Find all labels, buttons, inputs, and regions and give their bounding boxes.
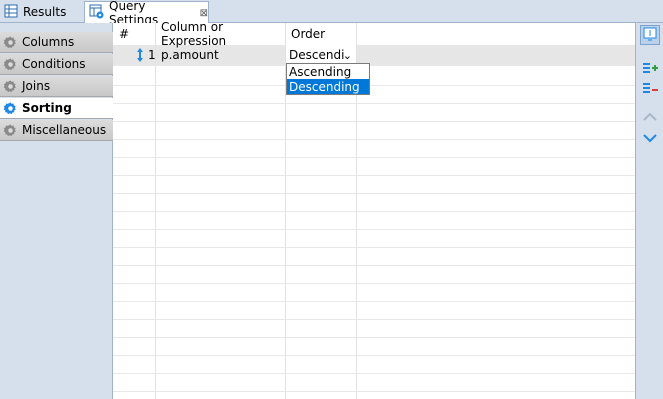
- right-toolbar: [635, 23, 663, 399]
- order-select-value: Descendi: [289, 48, 345, 62]
- row-divider: [113, 337, 635, 338]
- row-divider: [113, 211, 635, 212]
- panel-toggle-icon: [643, 27, 657, 44]
- row-divider: [113, 319, 635, 320]
- sidebar-item-miscellaneous[interactable]: Miscellaneous: [0, 120, 113, 141]
- tab-results[interactable]: Results: [0, 1, 80, 23]
- chevron-down-icon[interactable]: ⌄: [343, 49, 352, 62]
- row-divider: [113, 391, 635, 392]
- row-index: 1: [148, 48, 156, 62]
- option-descending[interactable]: Descending: [287, 79, 369, 94]
- add-sort-button[interactable]: [640, 59, 660, 79]
- column-header-index[interactable]: #: [113, 23, 155, 45]
- gear-icon: [3, 57, 18, 72]
- option-ascending[interactable]: Ascending: [287, 64, 369, 79]
- sidebar-item-label: Miscellaneous: [22, 123, 107, 137]
- gear-icon: [3, 123, 18, 138]
- move-up-button[interactable]: [640, 108, 660, 128]
- row-divider: [113, 139, 635, 140]
- sidebar-item-label: Joins: [22, 79, 51, 93]
- move-down-button[interactable]: [640, 129, 660, 149]
- gear-icon: [3, 35, 18, 50]
- row-divider: [113, 85, 635, 86]
- gear-icon: [3, 79, 18, 94]
- row-divider: [113, 121, 635, 122]
- move-up-icon: [643, 111, 657, 125]
- column-header-order[interactable]: Order: [285, 23, 356, 45]
- panel-toggle-button[interactable]: [640, 25, 660, 45]
- sorting-grid: # Column or Expression Order 1 p.amount …: [113, 20, 635, 399]
- tab-bar: Results Query Settings ⊠: [0, 0, 663, 27]
- sidebar-item-columns[interactable]: Columns: [0, 32, 113, 53]
- close-icon[interactable]: ⊠: [200, 8, 208, 19]
- row-divider: [113, 283, 635, 284]
- row-divider: [113, 65, 635, 66]
- row-divider: [113, 103, 635, 104]
- query-settings-icon: [89, 4, 104, 22]
- table-icon: [4, 4, 18, 21]
- move-down-icon: [643, 132, 657, 146]
- row-divider: [113, 373, 635, 374]
- row-expression[interactable]: p.amount: [161, 45, 281, 65]
- sidebar-item-label: Sorting: [22, 101, 72, 115]
- row-divider: [113, 175, 635, 176]
- row-divider: [113, 355, 635, 356]
- row-divider: [113, 247, 635, 248]
- remove-sort-icon: [642, 81, 658, 98]
- sidebar-item-sorting[interactable]: Sorting: [0, 98, 113, 119]
- row-divider: [113, 301, 635, 302]
- sidebar: Columns Conditions Joins Sorting Miscell…: [0, 23, 113, 399]
- column-header-expression[interactable]: Column or Expression: [155, 20, 285, 48]
- row-drag-handle-icon[interactable]: [135, 45, 149, 65]
- order-dropdown-list: Ascending Descending: [286, 63, 370, 95]
- row-divider: [113, 229, 635, 230]
- add-sort-icon: [642, 61, 658, 78]
- tab-results-label: Results: [23, 5, 67, 19]
- sidebar-item-label: Conditions: [22, 57, 86, 71]
- row-divider: [113, 193, 635, 194]
- sidebar-item-joins[interactable]: Joins: [0, 76, 113, 97]
- row-divider: [113, 157, 635, 158]
- sidebar-item-label: Columns: [22, 35, 75, 49]
- sidebar-item-conditions[interactable]: Conditions: [0, 54, 113, 75]
- row-divider: [113, 265, 635, 266]
- order-select[interactable]: Descendi ⌄: [286, 45, 356, 65]
- gear-icon: [3, 101, 18, 116]
- remove-sort-button[interactable]: [640, 79, 660, 99]
